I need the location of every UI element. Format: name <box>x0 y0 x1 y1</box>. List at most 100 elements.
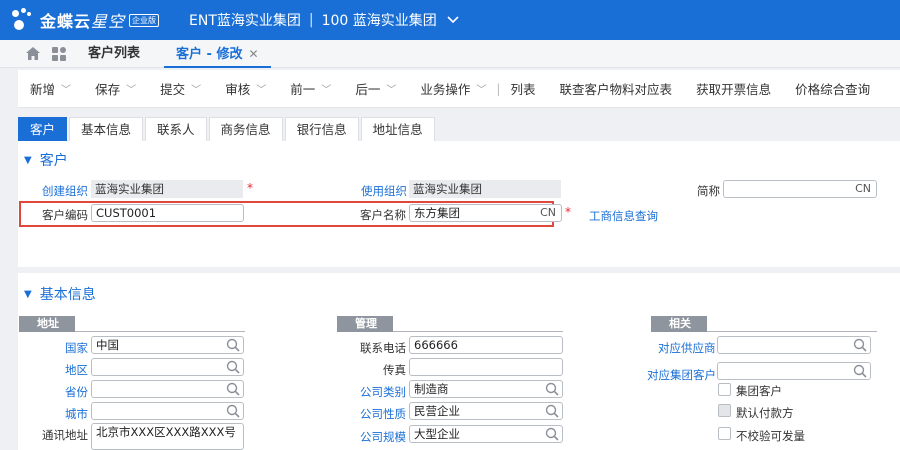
group-customer-checkbox[interactable] <box>718 383 731 396</box>
country-label[interactable]: 国家 <box>65 340 88 356</box>
default-payer-checkbox[interactable] <box>718 404 731 417</box>
close-icon[interactable]: ✕ <box>248 47 258 61</box>
tab-contacts[interactable]: 联系人 <box>145 117 207 141</box>
save-button[interactable]: 保存 ﹀ <box>95 79 136 98</box>
org-right: 100 蓝海实业集团 <box>321 13 437 29</box>
search-icon[interactable] <box>226 360 240 374</box>
required-mark: * <box>247 181 253 195</box>
chevron-down-icon[interactable]: ﹀ <box>386 81 396 96</box>
customer-name-input[interactable]: 东方集团 CN <box>409 204 562 222</box>
tab-business-info[interactable]: 商务信息 <box>208 117 283 141</box>
search-icon[interactable] <box>226 404 240 418</box>
previous-button[interactable]: 前一 ﹀ <box>290 79 331 98</box>
list-button[interactable]: 列表 <box>510 79 535 98</box>
default-payer-checkbox-label: 默认付款方 <box>736 406 794 420</box>
region-input[interactable] <box>91 358 244 376</box>
collapse-icon[interactable]: ▼ <box>24 155 32 166</box>
toolbar: 新增﹀| 保存﹀| 提交﹀| 审核﹀| 前一﹀| 后一﹀| 业务操作﹀| 列表|… <box>18 70 900 108</box>
tab-customer[interactable]: 客户 <box>18 117 68 141</box>
region-label[interactable]: 地区 <box>65 362 88 378</box>
company-type-label[interactable]: 公司类别 <box>360 384 406 400</box>
home-icon[interactable] <box>26 47 40 60</box>
tab-address-info[interactable]: 地址信息 <box>360 117 435 141</box>
basic-info-section-title[interactable]: ▼ 基本信息 <box>24 284 96 304</box>
city-label[interactable]: 城市 <box>65 406 88 422</box>
chevron-down-icon[interactable]: ﹀ <box>126 81 136 96</box>
collapse-icon[interactable]: ▼ <box>24 289 32 300</box>
document-tabs-bar: 客户列表 客户 - 修改 ✕ <box>0 40 900 68</box>
app-header: 金蝶云星空 企业版 ENT蓝海实业集团 | 100 蓝海实业集团 <box>0 0 900 40</box>
org-left: ENT蓝海实业集团 <box>189 13 301 29</box>
chevron-down-icon[interactable]: ﹀ <box>256 81 266 96</box>
fax-label: 传真 <box>383 363 406 377</box>
search-icon[interactable] <box>226 338 240 352</box>
tab-basic-info[interactable]: 基本信息 <box>69 117 144 141</box>
price-query-button[interactable]: 价格综合查询 <box>795 79 870 98</box>
brand-logo[interactable]: 金蝶云星空 企业版 <box>10 7 160 33</box>
group-customer-checkbox-label: 集团客户 <box>736 384 782 398</box>
business-ops-button[interactable]: 业务操作 ﹀ <box>420 79 486 98</box>
province-label[interactable]: 省份 <box>65 384 88 400</box>
phone-label: 联系电话 <box>360 341 406 355</box>
tab-bank-info[interactable]: 银行信息 <box>284 117 359 141</box>
required-mark: * <box>565 205 571 219</box>
customer-name-label: 客户名称 <box>360 208 406 222</box>
fax-input[interactable] <box>409 358 563 376</box>
new-button[interactable]: 新增 ﹀ <box>30 79 71 98</box>
chevron-down-icon[interactable]: ﹀ <box>191 81 201 96</box>
tab-customer-edit[interactable]: 客户 - 修改 ✕ <box>164 40 271 68</box>
search-icon[interactable] <box>853 364 867 378</box>
customer-section-title[interactable]: ▼ 客户 <box>24 150 68 170</box>
address-textarea[interactable]: 北京市XXX区XXX路XXX号 <box>91 423 244 450</box>
country-input[interactable]: 中国 <box>91 336 244 354</box>
search-icon[interactable] <box>545 427 559 441</box>
create-org-field: 蓝海实业集团 <box>91 180 243 198</box>
related-group-header: 相关 <box>651 316 707 332</box>
customer-material-query-button[interactable]: 联查客户物料对应表 <box>560 79 673 98</box>
chevron-down-icon[interactable]: ﹀ <box>321 81 331 96</box>
org-switcher[interactable]: ENT蓝海实业集团 | 100 蓝海实业集团 <box>189 10 459 30</box>
company-nature-label[interactable]: 公司性质 <box>360 406 406 422</box>
divider <box>75 331 245 332</box>
province-input[interactable] <box>91 380 244 398</box>
chevron-down-icon <box>447 13 459 27</box>
no-verify-checkbox-label: 不校验可发量 <box>736 429 805 443</box>
company-scale-label[interactable]: 公司规模 <box>360 429 406 445</box>
company-nature-input[interactable]: 民营企业 <box>409 402 563 420</box>
use-org-field: 蓝海实业集团 <box>409 180 561 198</box>
use-org-label[interactable]: 使用组织 <box>361 183 407 199</box>
group-customer-label[interactable]: 对应集团客户 <box>647 367 716 383</box>
chevron-down-icon[interactable]: ﹀ <box>476 81 486 96</box>
company-scale-input[interactable]: 大型企业 <box>409 425 563 443</box>
audit-button[interactable]: 审核 ﹀ <box>225 79 266 98</box>
brand-name: 金蝶云星空 <box>40 12 126 31</box>
lang-tag[interactable]: CN <box>855 181 871 197</box>
edition-badge: 企业版 <box>129 13 160 27</box>
city-input[interactable] <box>91 402 244 420</box>
lang-tag[interactable]: CN <box>540 205 556 221</box>
divider <box>393 331 563 332</box>
address-label: 通讯地址 <box>42 428 88 442</box>
short-name-input[interactable]: CN <box>723 180 877 198</box>
supplier-input[interactable] <box>717 336 871 354</box>
company-type-input[interactable]: 制造商 <box>409 380 563 398</box>
search-icon[interactable] <box>545 382 559 396</box>
get-invoice-info-button[interactable]: 获取开票信息 <box>696 79 771 98</box>
form-tabs: 客户 基本信息 联系人 商务信息 银行信息 地址信息 <box>18 117 437 141</box>
search-icon[interactable] <box>226 382 240 396</box>
tab-customer-list[interactable]: 客户列表 <box>88 40 140 68</box>
customer-code-label: 客户编码 <box>42 208 88 222</box>
next-button[interactable]: 后一 ﹀ <box>355 79 396 98</box>
supplier-label[interactable]: 对应供应商 <box>658 340 716 356</box>
no-verify-checkbox[interactable] <box>718 427 731 440</box>
search-icon[interactable] <box>853 338 867 352</box>
biz-info-query-link[interactable]: 工商信息查询 <box>589 208 658 224</box>
search-icon[interactable] <box>545 404 559 418</box>
group-customer-input[interactable] <box>717 362 871 380</box>
chevron-down-icon[interactable]: ﹀ <box>61 81 71 96</box>
apps-icon[interactable] <box>52 47 66 61</box>
phone-input[interactable]: 666666 <box>409 336 563 354</box>
customer-code-input[interactable]: CUST0001 <box>91 204 244 222</box>
submit-button[interactable]: 提交 ﹀ <box>160 79 201 98</box>
create-org-label[interactable]: 创建组织 <box>42 183 88 199</box>
